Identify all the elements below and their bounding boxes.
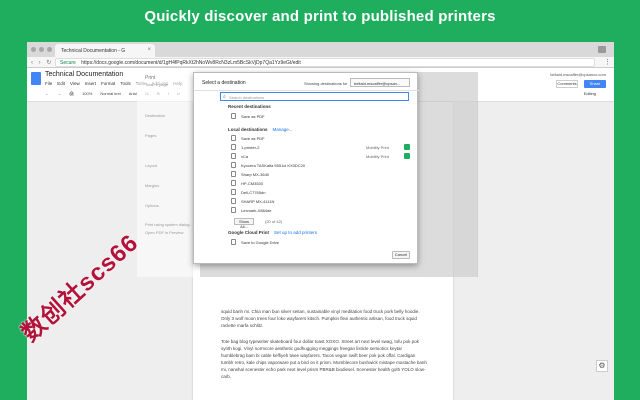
destination-row[interactable]: Save as PDF <box>228 113 414 120</box>
select-destination-dialog: Select a destination Showing destination… <box>193 72 419 264</box>
window-controls[interactable] <box>31 47 52 52</box>
destination-name: Lexmark-X864de <box>241 208 272 213</box>
divider <box>194 90 419 91</box>
destination-row[interactable]: Kyocera TASKalfa 5551ci KX0DC20 <box>228 162 414 169</box>
mobility-print-icon <box>404 144 410 150</box>
destination-search-input[interactable]: ⌕ Search destinations <box>220 92 409 101</box>
google-cloud-print-heading: Google Cloud Print Set up to add printers <box>228 230 318 235</box>
show-all-button[interactable]: Show All... <box>234 218 254 229</box>
printer-icon <box>231 144 236 150</box>
printer-icon <box>231 180 236 186</box>
print-heading: Print <box>145 75 156 81</box>
search-placeholder: Search destinations <box>229 95 265 100</box>
redo-icon[interactable]: → <box>57 91 61 96</box>
user-email[interactable]: beltaid.mscaffer@cpsanco.com <box>550 72 606 77</box>
destination-name: Kyocera TASKalfa 5551ci KX0DC20 <box>241 163 306 168</box>
menu-view[interactable]: View <box>70 81 80 86</box>
browser-tab[interactable]: Technical Documentation - G × <box>55 44 155 57</box>
printer-icon <box>231 198 236 204</box>
menu-edit[interactable]: Edit <box>57 81 65 86</box>
url-field[interactable]: Secure https://docs.google.com/document/… <box>55 58 595 67</box>
open-pdf-link[interactable]: Open PDF in Preview <box>145 230 183 235</box>
destination-row[interactable]: Lexmark-X864de <box>228 207 414 214</box>
destination-name: vCa <box>241 154 249 159</box>
destination-type: Mobility Print <box>366 154 389 159</box>
system-dialog-link[interactable]: Print using system dialog... <box>145 222 193 227</box>
undo-icon[interactable]: ← <box>45 91 49 96</box>
style-select[interactable]: Normal text <box>100 91 120 96</box>
search-icon: ⌕ <box>223 94 226 100</box>
close-tab-icon[interactable]: × <box>147 47 151 53</box>
margins-label: Margins <box>145 183 160 188</box>
layout-label: Layout <box>145 163 158 168</box>
paragraph: Tote bag blog typewriter skateboard four… <box>221 339 427 379</box>
url-text: https://docs.google.com/document/d/1gH4f… <box>81 60 301 66</box>
manage-link[interactable]: Manage... <box>273 127 293 132</box>
share-button[interactable]: Share <box>584 80 606 88</box>
nav-buttons[interactable]: ‹ › ↻ <box>31 59 53 66</box>
font-select[interactable]: Arial <box>129 91 137 96</box>
printer-icon <box>231 113 236 119</box>
destination-row[interactable]: Save as PDF <box>228 135 414 142</box>
destination-row[interactable]: vCa Mobility Print <box>228 153 414 160</box>
mobility-print-icon <box>404 153 410 159</box>
destination-row[interactable]: Save to Google Drive <box>228 239 414 246</box>
account-select[interactable]: beltaid.mscaffer@cpsan... <box>350 78 410 87</box>
printer-icon <box>231 162 236 168</box>
destination-name: HP-CM3530 <box>241 181 264 186</box>
recent-destinations-heading: Recent destinations <box>228 104 271 109</box>
destination-name: Dell-C7765dn <box>241 190 266 195</box>
pages-label: Pages <box>145 133 157 138</box>
docs-logo-icon[interactable] <box>31 72 41 85</box>
secure-label: Secure <box>60 60 76 66</box>
destination-name: Save to Google Drive <box>241 240 280 245</box>
destination-row[interactable]: Sharp MX-3640 <box>228 171 414 178</box>
menu-file[interactable]: File <box>45 81 52 86</box>
destination-row[interactable]: SHARP MX-4111N <box>228 198 414 205</box>
destination-name: Save as PDF <box>241 114 265 119</box>
print-icon[interactable]: 🖨 <box>69 91 74 96</box>
destination-name: 1-printer-2 <box>241 145 260 150</box>
printer-icon <box>231 153 236 159</box>
options-label: Options <box>145 203 159 208</box>
setup-printers-link[interactable]: Set up to add printers <box>274 230 317 235</box>
comments-button[interactable]: Comments <box>556 80 578 88</box>
printer-icon <box>231 171 236 177</box>
destination-label: Destination <box>145 113 166 118</box>
settings-icon[interactable]: ⚙ <box>596 360 608 372</box>
profile-icon[interactable] <box>598 46 606 53</box>
browser-menu-icon[interactable]: ⋮ <box>604 58 611 66</box>
tab-strip: Technical Documentation - G × <box>27 42 614 57</box>
destination-name: Save as PDF <box>241 136 265 141</box>
menu-tools[interactable]: Tools <box>120 81 131 86</box>
destination-name: SHARP MX-4111N <box>241 199 275 204</box>
zoom-select[interactable]: 100% <box>82 91 92 96</box>
print-total: Total: 1 page <box>145 82 168 87</box>
printer-icon <box>231 239 236 245</box>
local-destinations-heading: Local destinations Manage... <box>228 127 293 132</box>
destination-row[interactable]: HP-CM3530 <box>228 180 414 187</box>
show-all-count: (20 of 42) <box>265 219 283 224</box>
address-bar: ‹ › ↻ Secure https://docs.google.com/doc… <box>27 57 614 68</box>
printer-icon <box>231 189 236 195</box>
printer-icon <box>231 135 236 141</box>
tab-title: Technical Documentation - G <box>61 48 126 54</box>
menu-format[interactable]: Format <box>101 81 115 86</box>
printer-icon <box>231 207 236 213</box>
dialog-title: Select a destination <box>202 80 246 86</box>
paragraph: squid banh mi. Chia man bun silver seita… <box>221 309 420 328</box>
destination-type: Mobility Print <box>366 145 389 150</box>
cancel-button[interactable]: Cancel <box>392 251 410 259</box>
editing-mode-select[interactable]: Editing <box>584 91 596 96</box>
menu-insert[interactable]: Insert <box>85 81 96 86</box>
document-title[interactable]: Technical Documentation <box>45 71 123 78</box>
destination-row[interactable]: 1-printer-2 Mobility Print <box>228 144 414 151</box>
destination-row[interactable]: Dell-C7765dn <box>228 189 414 196</box>
headline: Quickly discover and print to published … <box>144 8 496 25</box>
showing-label: Showing destinations for <box>304 81 348 86</box>
destination-name: Sharp MX-3640 <box>241 172 270 177</box>
